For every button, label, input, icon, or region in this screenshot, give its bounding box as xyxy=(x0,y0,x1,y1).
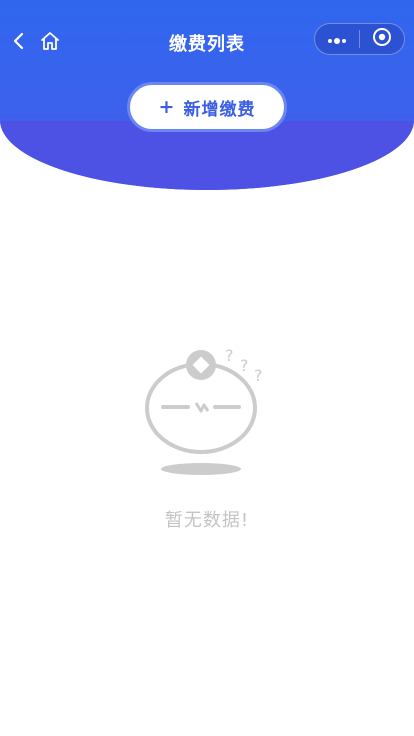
more-dots-icon xyxy=(326,30,348,49)
mini-program-capsule xyxy=(314,23,405,55)
question-mark: ? xyxy=(225,346,234,365)
empty-state-illustration: ? ? ? xyxy=(141,345,271,480)
plus-icon: + xyxy=(158,96,176,118)
close-mini-program-button[interactable] xyxy=(360,24,404,54)
question-mark: ? xyxy=(240,356,249,375)
add-payment-label: 新增缴费 xyxy=(183,99,256,120)
navigation-bar: 缴费列表 xyxy=(0,0,414,86)
empty-state-message: 暂无数据! xyxy=(164,510,250,531)
question-mark: ? xyxy=(254,366,263,385)
target-circle-icon xyxy=(372,27,392,51)
add-payment-button[interactable]: + 新增缴费 xyxy=(127,82,287,132)
more-button[interactable] xyxy=(315,24,359,54)
empty-face-icon: ? ? ? xyxy=(145,346,263,475)
